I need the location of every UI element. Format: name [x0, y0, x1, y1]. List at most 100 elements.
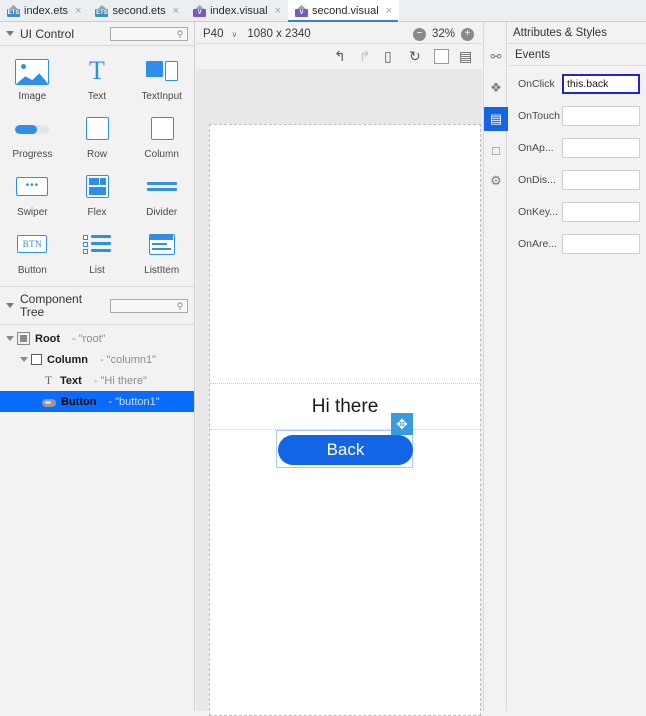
preview-text-label: Hi there: [311, 395, 379, 417]
event-label: OnKey...: [518, 206, 559, 218]
chevron-down-icon[interactable]: [20, 357, 28, 362]
preview-button-selection[interactable]: Back: [276, 430, 413, 468]
swiper-icon: [14, 174, 50, 202]
preview-back-button[interactable]: Back: [278, 435, 413, 465]
visual-file-icon: V: [193, 5, 207, 17]
event-row-onclick: OnClick this.back: [508, 74, 646, 94]
palette-item-label: Divider: [146, 207, 178, 218]
palette-item-label: Image: [18, 91, 47, 102]
palette-item-label: Column: [144, 149, 179, 160]
event-value-input[interactable]: this.back: [562, 74, 640, 94]
editor-tab-bar: ETS index.ets × ETS second.ets × V index…: [0, 0, 646, 22]
component-tree-title: Component Tree: [20, 291, 83, 319]
tree-row-button[interactable]: Button - "button1": [0, 391, 194, 412]
event-label: OnAp...: [518, 142, 554, 154]
search-icon: ⚲: [176, 300, 184, 311]
event-row-onappear: OnAp...: [508, 138, 646, 158]
tree-row-value: - "column1": [99, 353, 157, 366]
tree-row-value: - "button1": [108, 395, 160, 408]
palette-item-row[interactable]: Row: [65, 116, 130, 160]
tab-second-ets[interactable]: ETS second.ets ×: [88, 0, 186, 22]
palette-item-label: Flex: [87, 207, 107, 218]
palette-item-swiper[interactable]: Swiper: [0, 174, 65, 218]
close-icon[interactable]: ×: [386, 5, 392, 17]
close-icon[interactable]: ×: [275, 5, 281, 17]
close-icon[interactable]: ×: [173, 5, 179, 17]
column-icon: [144, 116, 180, 144]
button-icon: BTN: [14, 232, 50, 260]
settings-icon[interactable]: ⚙: [484, 169, 508, 193]
palette-item-label: Progress: [12, 149, 53, 160]
list-icon: [79, 232, 115, 260]
tree-row-column[interactable]: Column - "column1": [0, 349, 194, 370]
collapse-caret-icon[interactable]: [6, 31, 14, 36]
zoom-level-label: 32%: [431, 28, 455, 40]
close-icon[interactable]: ×: [75, 5, 81, 17]
right-icon-rail: ⚯ ❖ ▤ □ ⚙: [483, 22, 508, 711]
puzzle-icon[interactable]: ❖: [484, 76, 508, 100]
tab-index-visual[interactable]: V index.visual ×: [186, 0, 288, 22]
tab-bar-filler: [399, 0, 646, 21]
palette-item-textinput[interactable]: TextInput: [129, 58, 194, 102]
event-value-input[interactable]: [562, 170, 640, 190]
rotate-icon[interactable]: ↻: [409, 49, 424, 64]
zoom-out-button[interactable]: −: [412, 27, 426, 41]
device-preview-icon[interactable]: ▯: [384, 49, 399, 64]
tab-label: index.visual: [210, 5, 268, 17]
attributes-panel-title: Attributes & Styles: [508, 22, 646, 44]
frame-icon[interactable]: □: [484, 138, 508, 162]
tree-row-name: Root: [35, 332, 61, 345]
tab-second-visual[interactable]: V second.visual ×: [288, 0, 400, 22]
event-value-input[interactable]: [562, 234, 640, 254]
device-canvas[interactable]: Hi there Back ✥: [196, 69, 482, 716]
device-name-label[interactable]: P40: [203, 28, 223, 40]
tree-row-value: - "root": [72, 332, 106, 345]
tree-row-text[interactable]: T Text - "Hi there": [0, 370, 194, 391]
event-value-input[interactable]: [562, 106, 640, 126]
palette-item-label: Row: [86, 149, 107, 160]
event-value-input[interactable]: [562, 202, 640, 222]
undo-icon[interactable]: ↰: [334, 49, 349, 64]
events-icon[interactable]: ▤: [484, 107, 508, 131]
collapse-caret-icon[interactable]: [6, 303, 14, 308]
event-value-input[interactable]: [562, 138, 640, 158]
redo-icon[interactable]: ↱: [359, 49, 374, 64]
ui-control-title: UI Control: [20, 26, 75, 41]
palette-item-label: Text: [87, 91, 107, 102]
ui-control-palette: Image T Text TextInput Progress Row Colu…: [0, 46, 194, 287]
event-row-ontouch: OnTouch: [508, 106, 646, 126]
ui-control-header: UI Control ⚲: [0, 22, 194, 46]
palette-item-listitem[interactable]: ListItem: [129, 232, 194, 276]
divider-icon: [144, 174, 180, 202]
event-label: OnDis...: [518, 174, 556, 186]
components-icon[interactable]: ⚯: [484, 45, 508, 69]
listitem-icon: [144, 232, 180, 260]
attributes-styles-panel: Attributes & Styles Events OnClick this.…: [508, 22, 646, 711]
palette-item-divider[interactable]: Divider: [129, 174, 194, 218]
chevron-down-icon[interactable]: [6, 336, 14, 341]
palette-item-list[interactable]: List: [65, 232, 130, 276]
tab-label: second.visual: [312, 5, 379, 17]
palette-item-text[interactable]: T Text: [65, 56, 130, 103]
text-icon: T: [89, 56, 105, 85]
ui-control-search-input[interactable]: ⚲: [110, 26, 188, 41]
move-handle-icon[interactable]: ✥: [391, 413, 413, 435]
frame-icon[interactable]: [434, 49, 449, 64]
palette-item-button[interactable]: BTN Button: [0, 232, 65, 276]
canvas-action-toolbar: ↰ ↱ ▯ ↻ ▤: [196, 44, 482, 69]
preview-text-container[interactable]: Hi there: [210, 383, 480, 430]
palette-item-progress[interactable]: Progress: [0, 116, 65, 160]
zoom-in-button[interactable]: +: [461, 27, 474, 41]
palette-item-column[interactable]: Column: [129, 116, 194, 160]
tab-index-ets[interactable]: ETS index.ets ×: [0, 0, 88, 22]
palette-item-image[interactable]: Image: [0, 58, 65, 102]
root-icon: [17, 332, 30, 345]
palette-item-label: Swiper: [17, 207, 48, 218]
tree-row-root[interactable]: Root - "root": [0, 328, 194, 349]
palette-item-flex[interactable]: Flex: [65, 174, 130, 218]
chevron-down-icon[interactable]: ∨: [231, 30, 237, 39]
event-row-onarea: OnAre...: [508, 234, 646, 254]
device-frame[interactable]: Hi there Back ✥: [209, 124, 481, 716]
component-tree-search-input[interactable]: ⚲: [110, 298, 188, 313]
layout-grid-icon[interactable]: ▤: [459, 49, 474, 64]
